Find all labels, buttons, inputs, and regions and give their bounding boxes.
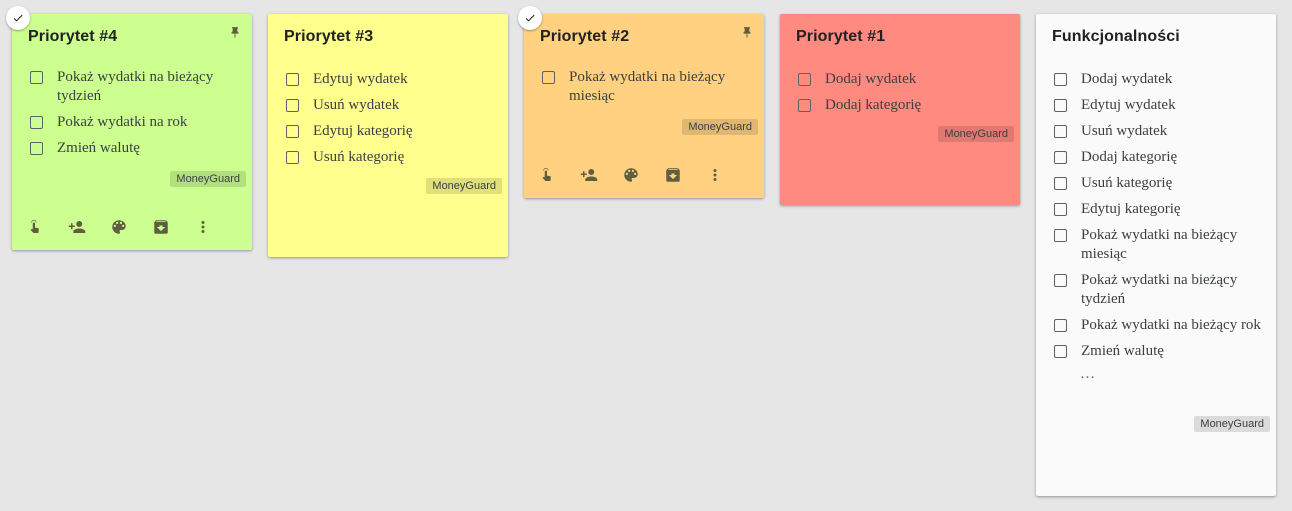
- list-item[interactable]: Usuń wydatek: [284, 96, 496, 115]
- list-item[interactable]: Zmień walutę: [28, 139, 240, 158]
- checkbox[interactable]: [286, 99, 299, 112]
- checkbox[interactable]: [286, 125, 299, 138]
- checkbox[interactable]: [798, 73, 811, 86]
- list-item[interactable]: Edytuj wydatek: [284, 70, 496, 89]
- reminder-icon[interactable]: [538, 165, 580, 185]
- collaborator-icon[interactable]: [68, 217, 110, 237]
- note-title: Priorytet #3: [284, 28, 374, 45]
- list-item[interactable]: Pokaż wydatki na bieżący tydzień: [28, 68, 240, 106]
- list-item[interactable]: Pokaż wydatki na bieżący miesiąc: [540, 68, 752, 106]
- checkbox[interactable]: [30, 142, 43, 155]
- more-items-ellipsis: …: [1080, 366, 1095, 382]
- checkbox[interactable]: [286, 151, 299, 164]
- label-chip[interactable]: MoneyGuard: [426, 178, 502, 194]
- list-item[interactable]: Usuń kategorię: [1052, 174, 1264, 193]
- checkbox[interactable]: [1054, 177, 1067, 190]
- checklist: Edytuj wydatek Usuń wydatek Edytuj kateg…: [284, 70, 496, 174]
- checkbox[interactable]: [1054, 345, 1067, 358]
- list-item[interactable]: Pokaż wydatki na bieżący miesiąc: [1052, 226, 1264, 264]
- palette-icon[interactable]: [622, 165, 664, 185]
- label-chip[interactable]: MoneyGuard: [170, 171, 246, 187]
- select-check-icon[interactable]: [518, 6, 542, 30]
- list-item[interactable]: Pokaż wydatki na rok: [28, 113, 240, 132]
- checkbox[interactable]: [1054, 203, 1067, 216]
- list-item[interactable]: Zmień walutę: [1052, 342, 1264, 361]
- select-check-icon[interactable]: [6, 6, 30, 30]
- list-item[interactable]: Edytuj kategorię: [1052, 200, 1264, 219]
- palette-icon[interactable]: [110, 217, 152, 237]
- checkbox[interactable]: [1054, 125, 1067, 138]
- note-title: Priorytet #1: [796, 28, 886, 45]
- list-item[interactable]: Pokaż wydatki na bieżący rok: [1052, 316, 1264, 335]
- checkbox[interactable]: [1054, 151, 1067, 164]
- checklist: Pokaż wydatki na bieżący miesiąc: [540, 68, 752, 113]
- note-priorytet-2[interactable]: Priorytet #2 Pokaż wydatki na bieżący mi…: [518, 6, 764, 198]
- list-item[interactable]: Dodaj kategorię: [1052, 148, 1264, 167]
- list-item[interactable]: Pokaż wydatki na bieżący tydzień: [1052, 271, 1264, 309]
- checkbox[interactable]: [1054, 99, 1067, 112]
- label-chip[interactable]: MoneyGuard: [682, 119, 758, 135]
- note-funkcjonalnosci[interactable]: Funkcjonalności Dodaj wydatek Edytuj wyd…: [1036, 14, 1276, 496]
- archive-icon[interactable]: [664, 165, 706, 185]
- checkbox[interactable]: [1054, 274, 1067, 287]
- note-priorytet-1[interactable]: Priorytet #1 Dodaj wydatek Dodaj kategor…: [780, 14, 1020, 205]
- checkbox[interactable]: [798, 99, 811, 112]
- checkbox[interactable]: [286, 73, 299, 86]
- checklist: Dodaj wydatek Dodaj kategorię: [796, 70, 1008, 122]
- note-title: Funkcjonalności: [1052, 28, 1180, 45]
- archive-icon[interactable]: [152, 217, 194, 237]
- list-item[interactable]: Dodaj wydatek: [796, 70, 1008, 89]
- checkbox[interactable]: [30, 116, 43, 129]
- checkbox[interactable]: [1054, 319, 1067, 332]
- note-toolbar: [26, 217, 236, 237]
- checkbox[interactable]: [542, 71, 555, 84]
- note-priorytet-3[interactable]: Priorytet #3 Edytuj wydatek Usuń wydatek…: [268, 14, 508, 257]
- pin-icon[interactable]: [740, 25, 754, 41]
- reminder-icon[interactable]: [26, 217, 68, 237]
- checklist: Dodaj wydatek Edytuj wydatek Usuń wydate…: [1052, 70, 1264, 383]
- checklist: Pokaż wydatki na bieżący tydzień Pokaż w…: [28, 68, 240, 165]
- pin-icon[interactable]: [228, 25, 242, 41]
- note-toolbar: [538, 165, 748, 185]
- checkbox[interactable]: [1054, 73, 1067, 86]
- list-item[interactable]: Usuń wydatek: [1052, 122, 1264, 141]
- note-title: Priorytet #2: [540, 28, 630, 45]
- label-chip[interactable]: MoneyGuard: [1194, 416, 1270, 432]
- checkbox[interactable]: [30, 71, 43, 84]
- note-priorytet-4[interactable]: Priorytet #4 Pokaż wydatki na bieżący ty…: [6, 6, 252, 250]
- list-item[interactable]: Dodaj wydatek: [1052, 70, 1264, 89]
- label-chip[interactable]: MoneyGuard: [938, 126, 1014, 142]
- more-icon[interactable]: [706, 165, 748, 185]
- checkbox[interactable]: [1054, 229, 1067, 242]
- list-item[interactable]: Dodaj kategorię: [796, 96, 1008, 115]
- collaborator-icon[interactable]: [580, 165, 622, 185]
- list-item[interactable]: Usuń kategorię: [284, 148, 496, 167]
- more-icon[interactable]: [194, 217, 236, 237]
- note-title: Priorytet #4: [28, 28, 118, 45]
- list-item[interactable]: Edytuj kategorię: [284, 122, 496, 141]
- list-item[interactable]: Edytuj wydatek: [1052, 96, 1264, 115]
